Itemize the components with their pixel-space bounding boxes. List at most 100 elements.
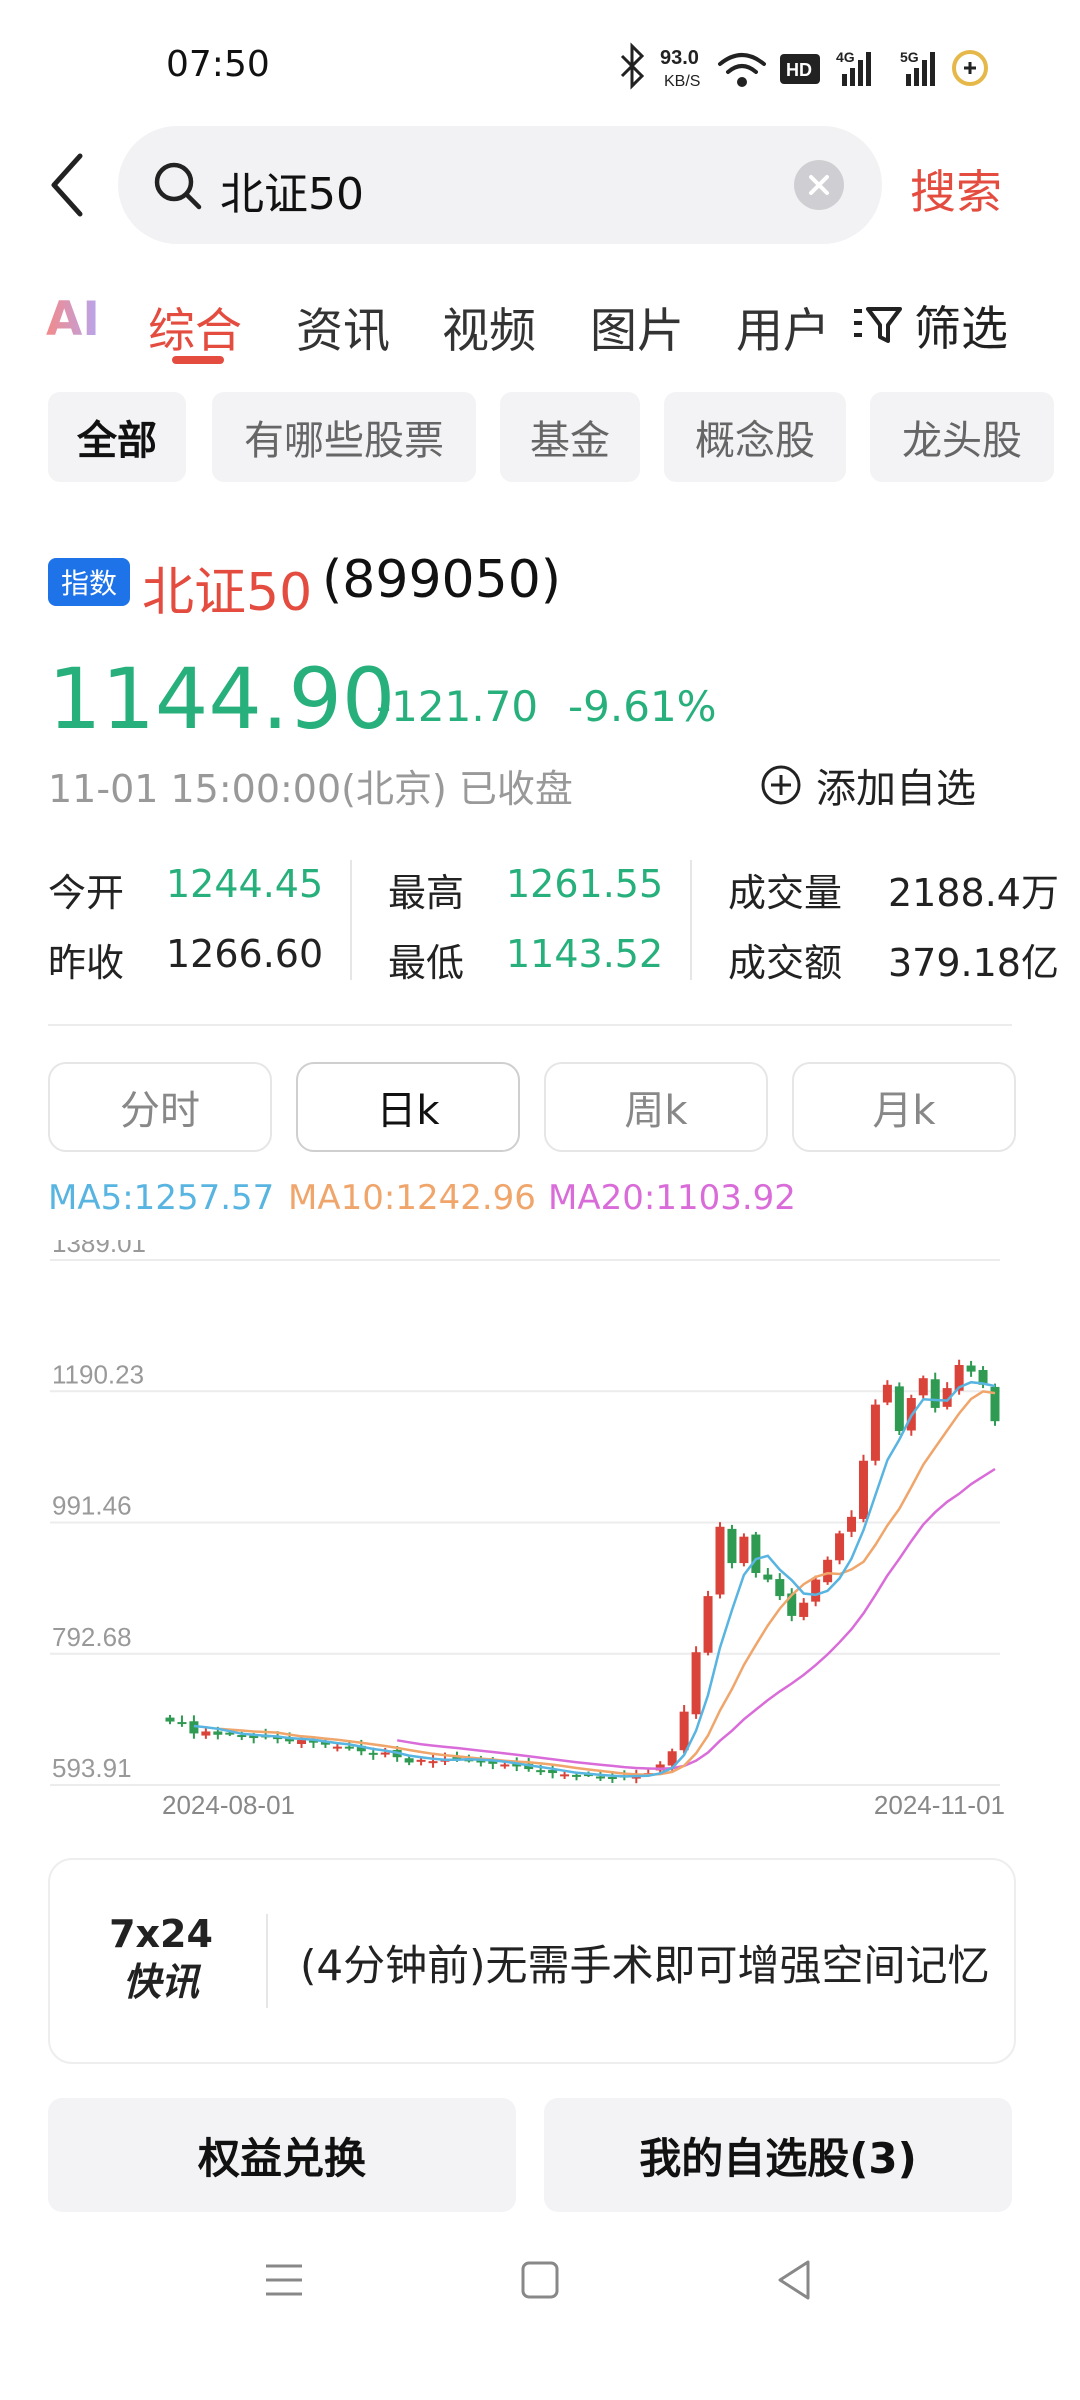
candle-down — [751, 1534, 761, 1573]
add-to-watchlist-button[interactable]: 添加自选 — [760, 756, 976, 814]
search-input[interactable]: 北证50 — [118, 126, 882, 244]
candle-down — [966, 1365, 976, 1372]
period-intraday-button[interactable]: 分时 — [48, 1062, 272, 1152]
stock-code: (899050) — [322, 550, 562, 610]
bluetooth-icon — [620, 42, 645, 90]
clear-button[interactable] — [794, 160, 844, 210]
candle-up — [201, 1731, 211, 1736]
back-button[interactable] — [40, 150, 100, 220]
x-tick-label: 2024-08-01 — [162, 1790, 295, 1820]
prev-close-value: 1266.60 — [166, 932, 324, 976]
filter-label: 筛选 — [914, 302, 1008, 357]
candle-up — [297, 1740, 307, 1745]
news-flash-logo: 7x24 快讯 — [109, 1912, 213, 2004]
ma20-label: MA20:1103.92 — [548, 1178, 796, 1218]
tab-ai[interactable]: AI — [46, 292, 100, 347]
tab-images[interactable]: 图片 — [590, 292, 684, 361]
net-speed-value: 93.0 — [660, 47, 699, 69]
chip-concept-stocks[interactable]: 概念股 — [664, 392, 846, 482]
candle-up — [428, 1761, 438, 1764]
y-tick-label: 991.46 — [52, 1491, 132, 1521]
candle-down — [536, 1770, 546, 1773]
chevron-left-icon — [51, 153, 83, 217]
y-tick-label: 1190.23 — [52, 1359, 144, 1389]
search-icon — [154, 162, 202, 210]
y-tick-label: 792.68 — [52, 1622, 132, 1652]
candle-down — [344, 1746, 354, 1749]
amount-value: 379.18亿 — [888, 941, 1059, 985]
signal-5g-icon: 5G — [900, 49, 935, 86]
battery-icon — [952, 50, 988, 86]
price-change: -121.70 — [376, 682, 539, 731]
tab-overview[interactable]: 综合 — [148, 292, 242, 361]
back-nav-button[interactable] — [764, 2250, 824, 2310]
volume-value: 2188.4万 — [888, 871, 1059, 915]
chip-funds[interactable]: 基金 — [500, 392, 640, 482]
candle-up — [858, 1460, 868, 1519]
stats-divider — [350, 860, 352, 980]
stock-name[interactable]: 北证50 — [142, 550, 312, 625]
candle-up — [691, 1652, 701, 1715]
search-button[interactable]: 搜索 — [910, 156, 1002, 222]
tab-users[interactable]: 用户 — [736, 292, 830, 361]
amount-label: 成交额 — [728, 941, 843, 985]
chip-leader-stocks[interactable]: 龙头股 — [870, 392, 1054, 482]
plus-circle-icon — [761, 765, 801, 805]
back-triangle-icon — [778, 2260, 810, 2300]
high-label: 最高 — [388, 871, 465, 915]
period-weekly-button[interactable]: 周k — [544, 1062, 768, 1152]
candle-up — [882, 1384, 892, 1403]
candle-up — [811, 1579, 821, 1602]
status-time: 07:50 — [166, 44, 270, 85]
menu-nav-button[interactable] — [254, 2250, 314, 2310]
tab-news[interactable]: 资讯 — [296, 292, 390, 361]
y-tick-label: 1389.01 — [52, 1240, 146, 1258]
svg-text:4G: 4G — [836, 49, 855, 65]
filter-button[interactable]: 筛选 — [852, 290, 1008, 359]
index-badge: 指数 — [48, 558, 130, 606]
hd-icon: HD — [780, 54, 820, 84]
my-watchlist-button[interactable]: 我的自选股(3) — [544, 2098, 1012, 2212]
status-icons: 93.0 KB/S HD 4G 5G — [620, 40, 1010, 96]
svg-text:HD: HD — [786, 60, 812, 80]
candle-down — [368, 1752, 378, 1755]
candlestick-chart[interactable]: 1389.01 1190.23 991.46 792.68 593.91 2024-08-… — [40, 1228, 1020, 1820]
ma5-label: MA5:1257.57 — [48, 1178, 275, 1218]
candle-up — [380, 1752, 390, 1755]
candle-down — [775, 1579, 785, 1597]
chip-which-stocks[interactable]: 有哪些股票 — [212, 392, 476, 482]
period-daily-button[interactable]: 日k — [296, 1062, 520, 1152]
candle-down — [165, 1717, 175, 1722]
tab-video[interactable]: 视频 — [442, 292, 536, 361]
filter-icon — [854, 306, 902, 343]
rights-exchange-button[interactable]: 权益兑换 — [48, 2098, 516, 2212]
news-divider — [266, 1914, 268, 2008]
period-monthly-button[interactable]: 月k — [792, 1062, 1016, 1152]
low-value: 1143.52 — [506, 932, 664, 976]
candle-down — [894, 1386, 904, 1432]
candle-down — [177, 1722, 187, 1725]
chip-all[interactable]: 全部 — [48, 392, 186, 482]
high-value: 1261.55 — [506, 862, 664, 906]
section-divider — [48, 1024, 1012, 1026]
candle-up — [715, 1526, 725, 1595]
candle-up — [918, 1378, 928, 1396]
candle-down — [404, 1758, 414, 1763]
wifi-icon — [718, 53, 766, 87]
candle-up — [500, 1764, 510, 1767]
y-tick-label: 593.91 — [52, 1753, 132, 1783]
ma10-label: MA10:1242.96 — [288, 1178, 536, 1218]
add-watch-label: 添加自选 — [816, 766, 976, 812]
candle-up — [679, 1711, 689, 1751]
news-flash-card[interactable]: 7x24 快讯 (4分钟前)无需手术即可增强空间记忆 — [48, 1858, 1016, 2064]
home-nav-button[interactable] — [510, 2250, 570, 2310]
candle-down — [607, 1777, 617, 1780]
low-label: 最低 — [388, 941, 465, 985]
prev-close-label: 昨收 — [48, 941, 125, 985]
candle-up — [703, 1596, 713, 1653]
candle-down — [213, 1731, 223, 1735]
candle-up — [416, 1759, 426, 1762]
news-headline[interactable]: (4分钟前)无需手术即可增强空间记忆 — [300, 1932, 990, 1993]
net-speed-unit: KB/S — [664, 73, 700, 90]
close-icon — [809, 175, 829, 195]
